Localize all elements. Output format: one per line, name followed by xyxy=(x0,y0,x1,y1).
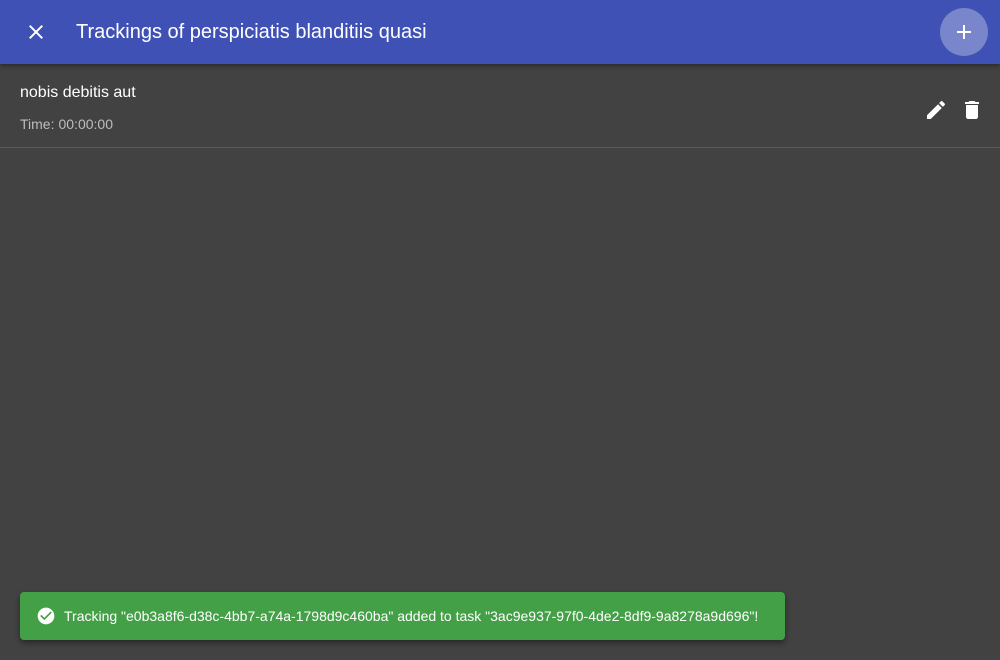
app-toolbar: Trackings of perspiciatis blanditiis qua… xyxy=(0,0,1000,64)
trash-icon xyxy=(965,101,979,119)
tracking-list: nobis debitis aut Time: 00:00:00 xyxy=(0,64,1000,148)
add-tracking-button[interactable] xyxy=(940,8,988,56)
delete-button[interactable] xyxy=(960,98,984,122)
close-icon xyxy=(29,25,43,39)
time-value: 00:00:00 xyxy=(58,116,113,132)
plus-icon xyxy=(957,25,971,39)
list-item: nobis debitis aut Time: 00:00:00 xyxy=(0,64,1000,148)
time-label: Time: xyxy=(20,116,55,132)
close-button[interactable] xyxy=(16,12,56,52)
page-title: Trackings of perspiciatis blanditiis qua… xyxy=(76,21,427,43)
tracking-title: nobis debitis aut xyxy=(20,84,136,101)
pencil-icon xyxy=(927,100,946,119)
snackbar-message: Tracking "e0b3a8f6-d38c-4bb7-a74a-1798d9… xyxy=(64,608,759,624)
check-circle-icon xyxy=(36,606,56,626)
edit-button[interactable] xyxy=(924,98,948,122)
tracking-time: Time: 00:00:00 xyxy=(20,116,113,132)
success-snackbar: Tracking "e0b3a8f6-d38c-4bb7-a74a-1798d9… xyxy=(20,592,785,640)
